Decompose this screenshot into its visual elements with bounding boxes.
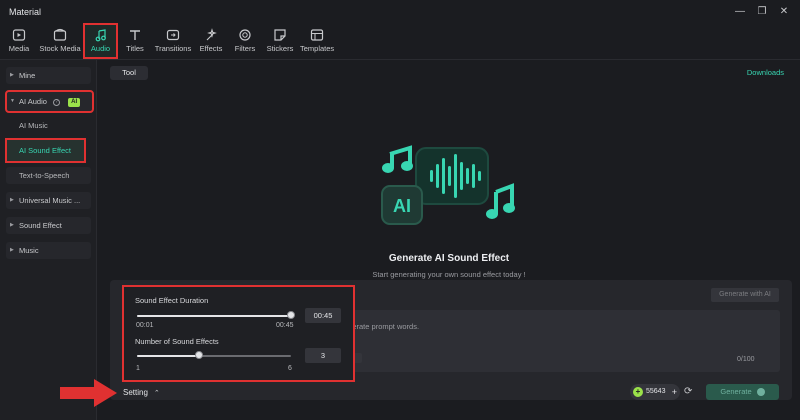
duration-max: 00:45 bbox=[276, 322, 294, 329]
toolbar-templates[interactable]: Templates bbox=[300, 24, 334, 58]
char-counter: 0/100 bbox=[737, 356, 755, 363]
effects-icon bbox=[206, 28, 217, 41]
minimize-icon[interactable]: — bbox=[733, 5, 747, 19]
audio-note-icon bbox=[95, 29, 106, 42]
sidebar-item-text-to-speech[interactable]: Text-to-Speech bbox=[6, 167, 91, 184]
downloads-link[interactable]: Downloads bbox=[747, 68, 784, 77]
sidebar-item-mine[interactable]: ▶ Mine bbox=[6, 67, 91, 84]
stickers-icon bbox=[274, 29, 286, 41]
restore-icon[interactable]: ❐ bbox=[755, 5, 769, 19]
sidebar-item-ai-sound-effect[interactable]: AI Sound Effect bbox=[5, 138, 86, 163]
generate-with-ai-button[interactable]: Generate with AI bbox=[711, 288, 779, 302]
title-bar: Material — ❐ ✕ bbox=[0, 0, 800, 24]
duration-slider-thumb[interactable] bbox=[287, 311, 295, 319]
ai-sound-illustration: AI bbox=[381, 145, 515, 225]
annotation-arrow-icon bbox=[60, 379, 117, 407]
music-note-left-icon bbox=[382, 145, 413, 173]
sidebar-item-ai-audio[interactable]: ▼ AI Audio ? AI bbox=[5, 90, 94, 113]
toolbar-media[interactable]: Media bbox=[6, 24, 32, 58]
count-slider-fill bbox=[137, 355, 199, 357]
caret-right-icon: ▶ bbox=[10, 222, 14, 228]
refresh-icon[interactable]: ⟳ bbox=[684, 386, 692, 397]
generate-button[interactable]: Generate bbox=[706, 384, 779, 400]
music-note-right-icon bbox=[486, 183, 515, 219]
audio-sidebar: ▶ Mine ▼ AI Audio ? AI AI Music AI Sound… bbox=[0, 60, 97, 420]
duration-slider-fill bbox=[137, 315, 291, 317]
material-toolbar: Media Stock Media Audio Titles Transitio… bbox=[0, 23, 800, 60]
toolbar-stock-media[interactable]: Stock Media bbox=[38, 24, 82, 58]
duration-min: 00:01 bbox=[136, 322, 154, 329]
count-label: Number of Sound Effects bbox=[135, 337, 219, 346]
waveform-card bbox=[415, 147, 489, 205]
help-icon[interactable]: ? bbox=[53, 98, 61, 106]
caret-right-icon: ▶ bbox=[10, 247, 14, 253]
hero-subtitle: Start generating your own sound effect t… bbox=[372, 270, 526, 279]
toolbar-titles[interactable]: Titles bbox=[124, 24, 146, 58]
count-slider-thumb[interactable] bbox=[194, 351, 203, 359]
toolbar-transitions[interactable]: Transitions bbox=[154, 24, 192, 58]
count-max: 6 bbox=[288, 365, 292, 372]
toolbar-filters[interactable]: Filters bbox=[233, 24, 257, 58]
add-credits-icon[interactable]: + bbox=[672, 384, 677, 400]
window-title: Material bbox=[9, 7, 42, 17]
toolbar-stickers[interactable]: Stickers bbox=[266, 24, 294, 58]
chevron-up-icon: ⌃ bbox=[153, 390, 160, 397]
close-icon[interactable]: ✕ bbox=[777, 5, 791, 19]
prompt-placeholder: enerate prompt words. bbox=[344, 322, 420, 331]
hero-title: Generate AI Sound Effect bbox=[388, 253, 510, 264]
ai-logo-text: AI bbox=[393, 196, 411, 216]
sidebar-item-sound-effect[interactable]: ▶ Sound Effect bbox=[6, 217, 91, 234]
sidebar-item-music[interactable]: ▶ Music bbox=[6, 242, 91, 259]
caret-right-icon: ▶ bbox=[10, 72, 14, 78]
templates-icon bbox=[310, 29, 324, 41]
media-icon bbox=[12, 29, 26, 41]
caret-down-icon: ▼ bbox=[10, 98, 15, 104]
transitions-icon bbox=[166, 29, 180, 41]
toolbar-audio[interactable]: Audio bbox=[83, 23, 118, 59]
prompt-input[interactable] bbox=[340, 310, 780, 372]
count-value[interactable]: 3 bbox=[305, 348, 341, 363]
ai-badge: AI bbox=[68, 97, 81, 107]
coin-icon bbox=[756, 388, 765, 397]
sidebar-item-ai-music[interactable]: AI Music bbox=[6, 117, 91, 134]
stock-media-icon bbox=[53, 28, 67, 41]
duration-value[interactable]: 00:45 bbox=[305, 308, 341, 323]
caret-right-icon: ▶ bbox=[10, 197, 14, 203]
count-min: 1 bbox=[136, 365, 140, 372]
titles-icon bbox=[130, 30, 140, 40]
tab-bar: Tool Downloads bbox=[98, 60, 800, 86]
toolbar-effects[interactable]: Effects bbox=[198, 24, 224, 58]
duration-label: Sound Effect Duration bbox=[135, 296, 209, 305]
settings-popover: Sound Effect Duration 00:45 00:01 00:45 … bbox=[122, 285, 355, 382]
tab-tool[interactable]: Tool bbox=[110, 66, 148, 80]
credits-badge[interactable]: + 55643 + bbox=[630, 384, 680, 400]
setting-toggle[interactable]: Setting ⌃ bbox=[123, 388, 160, 397]
filters-icon bbox=[239, 29, 251, 41]
credit-plus-icon: + bbox=[633, 387, 643, 397]
sidebar-item-universal-music[interactable]: ▶ Universal Music ... bbox=[6, 192, 91, 209]
